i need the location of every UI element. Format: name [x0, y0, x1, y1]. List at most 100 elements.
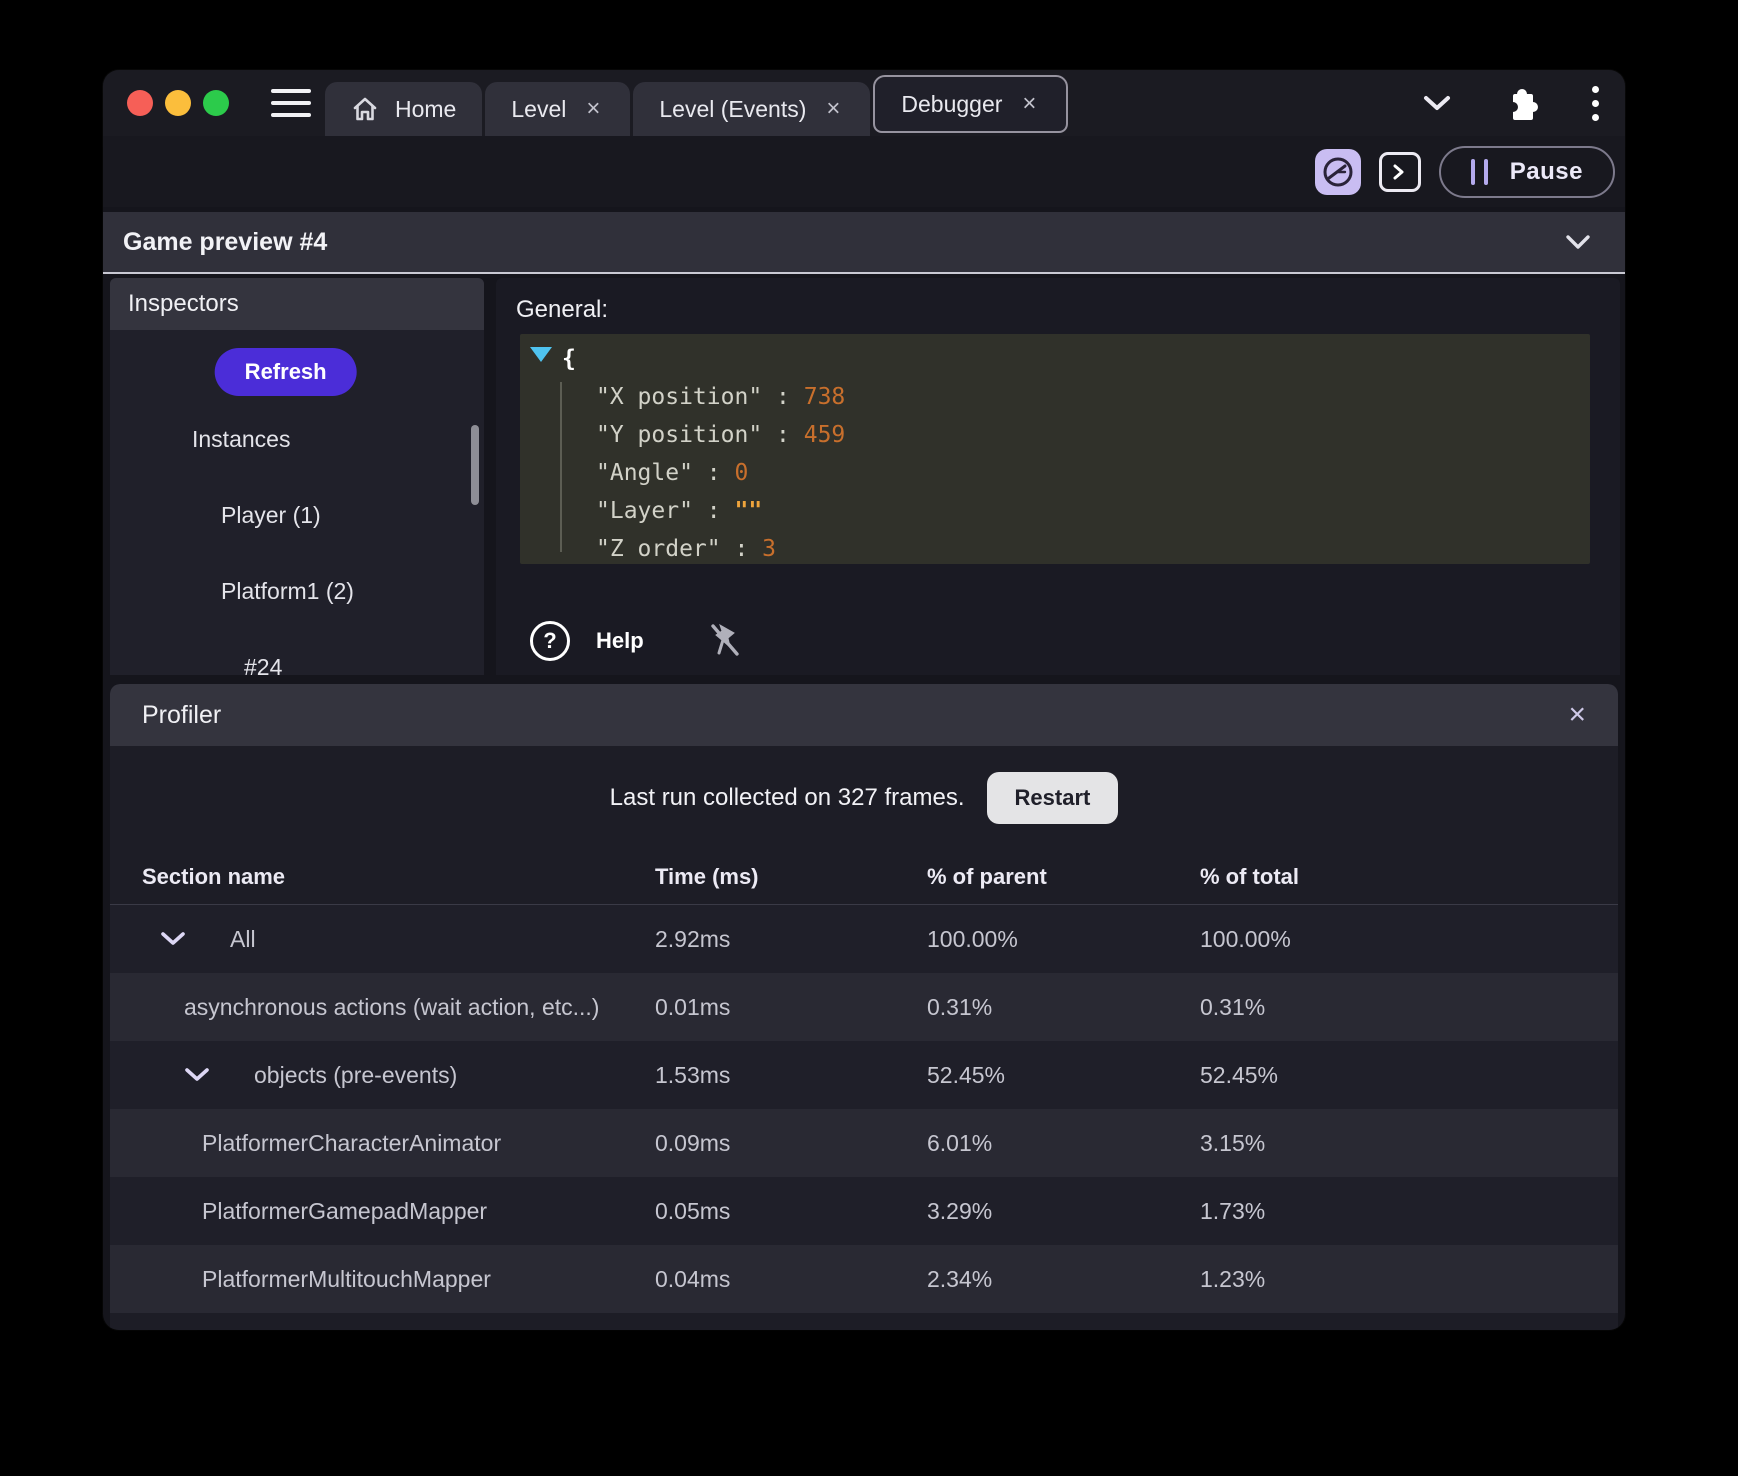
code-line: "Z order" : 3: [596, 536, 777, 562]
inspectors-title: Inspectors: [128, 290, 239, 317]
pause-button[interactable]: Pause: [1438, 145, 1615, 198]
pin-off-icon[interactable]: [708, 621, 744, 661]
percent-of-total: 1.73%: [1200, 1197, 1266, 1224]
time-value: 0.09ms: [655, 1129, 731, 1156]
percent-of-total: 3.15%: [1200, 1129, 1266, 1156]
debugger-toolbar: Pause: [103, 136, 1625, 207]
tab-debugger[interactable]: Debugger ×: [873, 75, 1069, 133]
home-icon: [351, 95, 379, 123]
code-line: "Y position" : 459: [596, 422, 846, 448]
time-value: 0.01ms: [655, 993, 731, 1020]
instance-json-view: { "X position" : 738 "Y position" : 459 "An…: [520, 334, 1590, 564]
console-button[interactable]: [1378, 151, 1421, 192]
percent-of-parent: 52.45%: [927, 1061, 1006, 1088]
table-row[interactable]: PlatformerCharacterAnimator 0.09ms 6.01% 3.…: [110, 1109, 1618, 1177]
minimize-window-button[interactable]: [165, 90, 191, 116]
profiler-title: Profiler: [142, 700, 222, 729]
percent-of-parent: 0.31%: [927, 993, 993, 1020]
table-row[interactable]: All 2.92ms 100.00% 100.00%: [110, 905, 1618, 973]
row-expand-chevron-icon[interactable]: [184, 1067, 210, 1083]
close-profiler-icon[interactable]: ×: [1568, 700, 1586, 730]
code-line: {: [562, 346, 576, 372]
row-expand-chevron-icon[interactable]: [160, 931, 186, 947]
inspectors-scrollbar-thumb[interactable]: [471, 425, 479, 505]
close-tab-icon[interactable]: ×: [1018, 90, 1040, 118]
inspectors-list: Refresh Instances Player (1) Platform1 (2)…: [110, 330, 484, 675]
section-name: asynchronous actions (wait action, etc..…: [184, 993, 600, 1020]
general-title: General:: [516, 296, 609, 323]
profiler-toggle-button[interactable]: [1314, 148, 1361, 195]
section-name: All: [230, 925, 256, 952]
inspector-item[interactable]: Instances: [192, 426, 290, 453]
tab-bar: Home Level × Level (Events) × Debugger ×: [325, 75, 1069, 136]
percent-of-total: 100.00%: [1200, 925, 1291, 952]
time-value: 1.53ms: [655, 1061, 731, 1088]
game-preview-header[interactable]: Game preview #4: [103, 212, 1625, 274]
general-panel: General: { "X position" : 738 "Y position"…: [496, 278, 1620, 675]
section-name: PlatformerMultitouchMapper: [202, 1265, 491, 1292]
profiler-status-text: Last run collected on 327 frames.: [609, 784, 965, 811]
percent-of-parent: 100.00%: [927, 925, 1018, 952]
table-row[interactable]: PlatformerMultitouchMapper 0.04ms 2.34% 1.2…: [110, 1245, 1618, 1313]
percent-of-parent: 2.34%: [927, 1265, 993, 1292]
percent-of-total: 52.45%: [1200, 1061, 1279, 1088]
profiler-status-row: Last run collected on 327 frames. Restar…: [110, 746, 1618, 850]
restart-button[interactable]: Restart: [986, 772, 1119, 824]
tab-label: Level: [511, 95, 567, 122]
table-row[interactable]: asynchronous actions (wait action, etc..…: [110, 973, 1618, 1041]
help-label: Help: [596, 628, 644, 653]
inspectors-header: Inspectors: [110, 278, 484, 330]
zoom-window-button[interactable]: [203, 90, 229, 116]
tab-home[interactable]: Home: [325, 82, 483, 136]
tab-label: Level (Events): [659, 95, 807, 122]
window-controls: [127, 90, 229, 116]
code-line: "X position" : 738: [596, 384, 846, 410]
console-prompt-icon: [1393, 164, 1404, 179]
time-value: 2.92ms: [655, 925, 731, 952]
close-tab-icon[interactable]: ×: [582, 95, 604, 123]
column-header: Time (ms): [655, 864, 759, 889]
app-window: Home Level × Level (Events) × Debugger ×: [103, 70, 1625, 1330]
section-name: PlatformerCharacterAnimator: [202, 1129, 502, 1156]
chevron-down-icon[interactable]: [1422, 94, 1452, 112]
close-tab-icon[interactable]: ×: [822, 95, 844, 123]
hamburger-menu-icon[interactable]: [271, 89, 311, 117]
section-name: PlatformerGamepadMapper: [202, 1197, 488, 1224]
game-preview-title: Game preview #4: [123, 227, 328, 256]
code-line: "Angle" : 0: [596, 460, 749, 486]
percent-of-total: 0.31%: [1200, 993, 1266, 1020]
pause-label: Pause: [1509, 157, 1583, 185]
profiler-header: Profiler ×: [110, 684, 1618, 746]
profiler-section: Profiler × Last run collected on 327 fra…: [110, 684, 1618, 1330]
help-icon[interactable]: ?: [530, 621, 570, 661]
puzzle-icon[interactable]: [1504, 85, 1540, 121]
percent-of-parent: 6.01%: [927, 1129, 993, 1156]
section-name: objects (pre-events): [254, 1061, 458, 1088]
inspector-item[interactable]: Platform1 (2): [221, 578, 354, 605]
titlebar-actions: [1422, 70, 1599, 136]
tab-level-events[interactable]: Level (Events) ×: [633, 82, 871, 136]
inspector-item[interactable]: Player (1): [221, 502, 321, 529]
titlebar: Home Level × Level (Events) × Debugger ×: [103, 70, 1625, 136]
collapse-chevron-icon[interactable]: [1565, 234, 1591, 250]
table-row[interactable]: objects (pre-events) 1.53ms 52.45% 52.45%: [110, 1041, 1618, 1109]
inspector-item[interactable]: #24: [244, 654, 282, 675]
tab-label: Debugger: [901, 90, 1003, 117]
inspectors-panel: Inspectors Refresh Instances Player (1) Pl…: [110, 278, 484, 675]
column-header: % of parent: [927, 864, 1047, 889]
refresh-button[interactable]: Refresh: [214, 348, 357, 396]
close-window-button[interactable]: [127, 90, 153, 116]
help-row: ? Help: [530, 621, 744, 661]
tab-label: Home: [395, 95, 457, 122]
percent-of-total: 1.23%: [1200, 1265, 1266, 1292]
column-header: % of total: [1200, 864, 1299, 889]
percent-of-parent: 3.29%: [927, 1197, 993, 1224]
time-value: 0.05ms: [655, 1197, 731, 1224]
table-row[interactable]: PlatformerGamepadMapper 0.05ms 3.29% 1.73%: [110, 1177, 1618, 1245]
column-header: Section name: [142, 864, 286, 889]
profiler-gauge-icon: [1323, 157, 1353, 186]
tab-level[interactable]: Level ×: [485, 82, 631, 136]
time-value: 0.04ms: [655, 1265, 731, 1292]
pause-icon: [1470, 158, 1488, 185]
kebab-menu-icon[interactable]: [1592, 85, 1599, 121]
